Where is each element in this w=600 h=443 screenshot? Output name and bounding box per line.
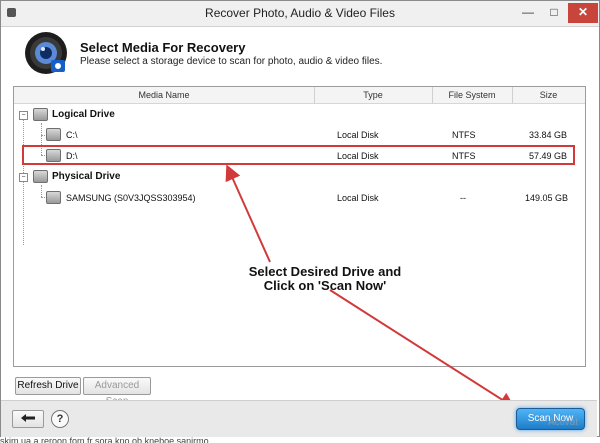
- footer-bar: [1, 400, 597, 437]
- back-arrow-icon: [21, 414, 35, 423]
- annotation-line-2: Click on 'Scan Now': [263, 278, 387, 293]
- arrow-to-drive: [225, 164, 271, 263]
- arrow-to-scan: [329, 289, 516, 409]
- activation-watermark: Activat: [548, 417, 579, 428]
- refresh-drive-button[interactable]: Refresh Drive: [15, 377, 81, 395]
- back-button[interactable]: [12, 410, 44, 428]
- stray-caption: skim ua a reroon fom fr sora kno ob kneb…: [0, 436, 209, 443]
- help-icon[interactable]: ?: [51, 410, 69, 428]
- annotation-line-1: Select Desired Drive and: [248, 264, 402, 279]
- annotation-text: Select Desired Drive and Click on 'Scan …: [230, 265, 420, 293]
- advanced-scan-button[interactable]: Advanced Scan: [83, 377, 151, 407]
